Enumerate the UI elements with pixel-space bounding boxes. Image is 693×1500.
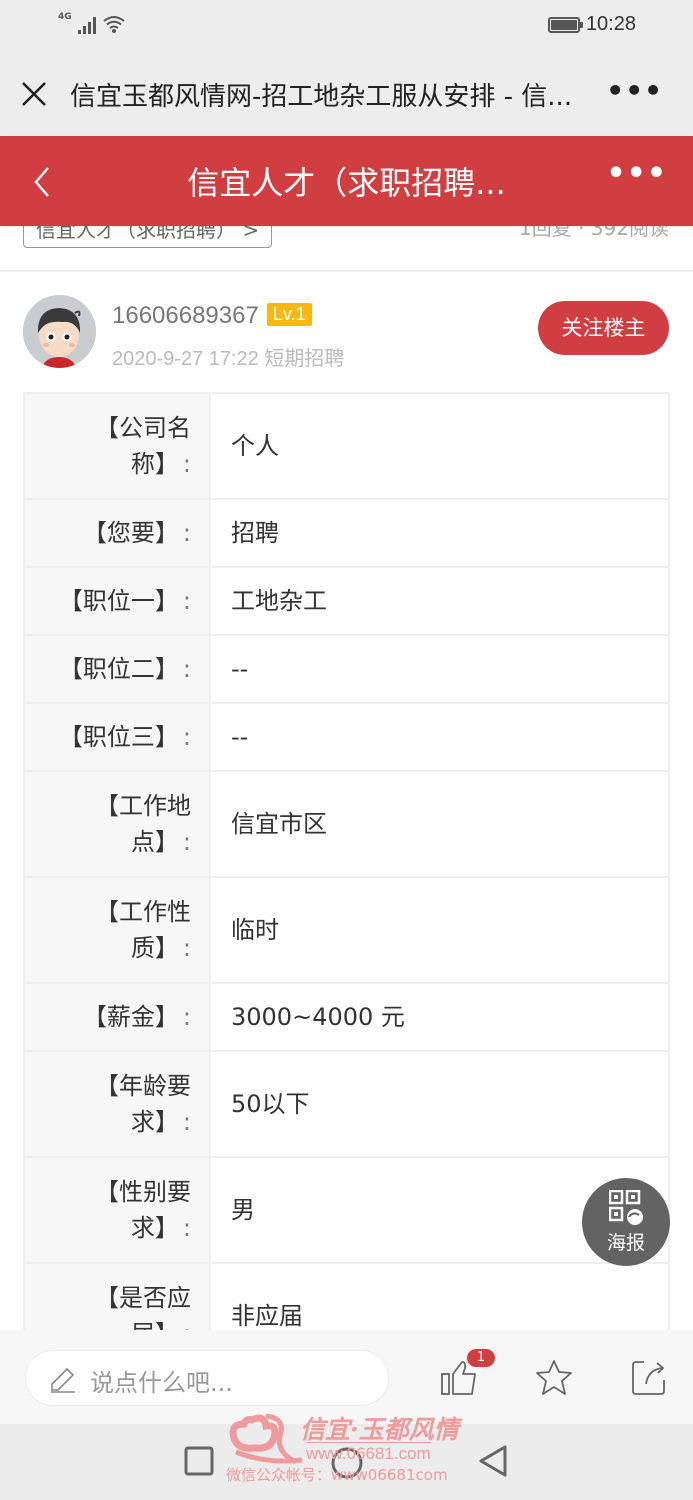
table-row: 【职位一】: 工地杂工 [23,566,670,636]
row-label: 【职位二】: [23,634,211,704]
row-label: 【薪金】: [23,982,211,1052]
row-label: 【年龄要求】: [23,1050,211,1158]
avatar[interactable] [23,295,96,368]
row-label-colon: : [182,828,191,856]
comment-input[interactable]: 说点什么吧... [25,1350,389,1406]
browser-page-title: 信宜玉都风情网-招工地杂工服从安排 - 信... [70,82,573,112]
app-header: 信宜人才（求职招聘... ••• [0,136,693,226]
row-value: 50以下 [209,1050,670,1158]
table-row: 【职位三】: -- [23,702,670,772]
table-row: 【性别要 求】: 男 [23,1156,670,1264]
row-label-colon: : [182,934,191,962]
row-label-line: 【工作性 [95,898,191,926]
header-title: 信宜人才（求职招聘... [187,164,506,202]
row-label-line: 质】 [130,934,179,962]
row-label-line: 点】 [130,828,179,856]
system-nav-bar [0,1424,693,1500]
browser-title-bar: 信宜玉都风情网-招工地杂工服从安排 - 信... ••• [0,52,693,136]
row-value: 信宜市区 [209,770,670,878]
avatar-image [23,295,96,368]
row-label-colon: : [182,1108,191,1136]
browser-more-button[interactable]: ••• [606,74,663,107]
row-label-line: 【职位一】 [58,587,179,615]
table-row: 【薪金】:3000~4000 元 [23,982,670,1052]
row-label-line: 求】 [130,1214,179,1242]
pencil-icon [51,1367,75,1393]
header-more-button[interactable]: ••• [606,156,667,191]
row-label-line: 【年龄要 [95,1072,191,1100]
poster-label: 海报 [606,1232,645,1254]
like-count-badge: 1 [467,1349,495,1367]
row-label-line: 【薪金】 [82,1003,179,1031]
row-label-line: 【您要】 [82,519,179,547]
poster-button[interactable]: 海报 [582,1178,670,1266]
signal-icon [77,16,96,34]
row-label-colon: : [182,1003,191,1031]
row-label-line: 【职位二】 [58,655,179,683]
home-icon[interactable] [330,1446,364,1480]
author-name[interactable]: 16606689367 Lv.1 [112,302,312,330]
row-label-line: 【工作地 [95,792,191,820]
row-label: 【您要】: [23,498,211,568]
post-datetime: 2020-9-27 17:22 [112,348,259,370]
row-label-colon: : [182,723,191,751]
comment-placeholder: 说点什么吧... [90,1369,233,1397]
status-left: 4G [58,12,126,34]
row-value: 招聘 [209,498,670,568]
row-value: 工地杂工 [209,566,670,636]
row-label: 【工作地点】: [23,770,211,878]
row-label-line: 【性别要 [95,1178,191,1206]
bottom-action-bar: 说点什么吧... [0,1330,693,1424]
wifi-icon [103,16,125,33]
row-label-line: 【公司名 [95,414,191,442]
clock: 10:28 [585,13,636,35]
row-label-colon: : [182,1214,191,1242]
recent-apps-icon[interactable] [184,1446,214,1476]
row-label-line: 称】 [130,450,179,478]
row-label-line: 【职位三】 [58,723,179,751]
post-category: 短期招聘 [264,348,345,370]
qr-code-icon [609,1190,643,1225]
row-label-colon: : [182,450,191,478]
row-value: 3000~4000 元 [209,982,670,1052]
row-value: 临时 [209,876,670,984]
row-value: 个人 [209,392,670,500]
status-right: 10:28 [547,13,636,36]
row-label-line: 【是否应 [95,1284,191,1312]
back-nav-icon[interactable] [478,1444,508,1478]
status-bar: 4G 10:28 [0,0,693,52]
share-icon[interactable] [630,1358,670,1398]
table-row: 【工作地 点】: 信宜市区 [23,770,670,878]
network-type: 4G [58,12,72,22]
row-label: 【职位一】: [23,566,211,636]
row-label-line: 求】 [130,1108,179,1136]
row-label-colon: : [182,655,191,683]
row-value: -- [209,702,670,772]
row-label: 【工作性质】: [23,876,211,984]
row-label: 【职位三】: [23,702,211,772]
row-label: 【性别要求】: [23,1156,211,1264]
table-row: 【年龄要求】:50以下 [23,1050,670,1158]
row-value: -- [209,634,670,704]
level-badge: Lv.1 [266,303,312,326]
table-row: 【工作性 质】: 临时 [23,876,670,984]
row-label-colon: : [182,519,191,547]
author-id: 16606689367 [112,302,259,329]
job-info-table: 【公司名 称】: 个人 【您要】: 招聘 【职位一】: 工地杂工 【职位二】: -- 【职位三】:… [23,392,670,1370]
table-row: 【您要】: 招聘 [23,498,670,568]
table-row: 【职位二】: -- [23,634,670,704]
row-label-colon: : [182,587,191,615]
star-icon[interactable] [534,1358,574,1398]
post-meta: 2020-9-27 17:22 短期招聘 [112,342,344,371]
table-row: 【公司名 称】: 个人 [23,392,670,500]
battery-icon [547,16,583,33]
close-icon[interactable] [20,80,48,108]
follow-button[interactable]: 关注楼主 [538,301,669,355]
row-label: 【公司名称】: [23,392,211,500]
author-section: 16606689367 Lv.1 2020-9-27 17:22 短期招聘 关注楼… [0,280,693,380]
